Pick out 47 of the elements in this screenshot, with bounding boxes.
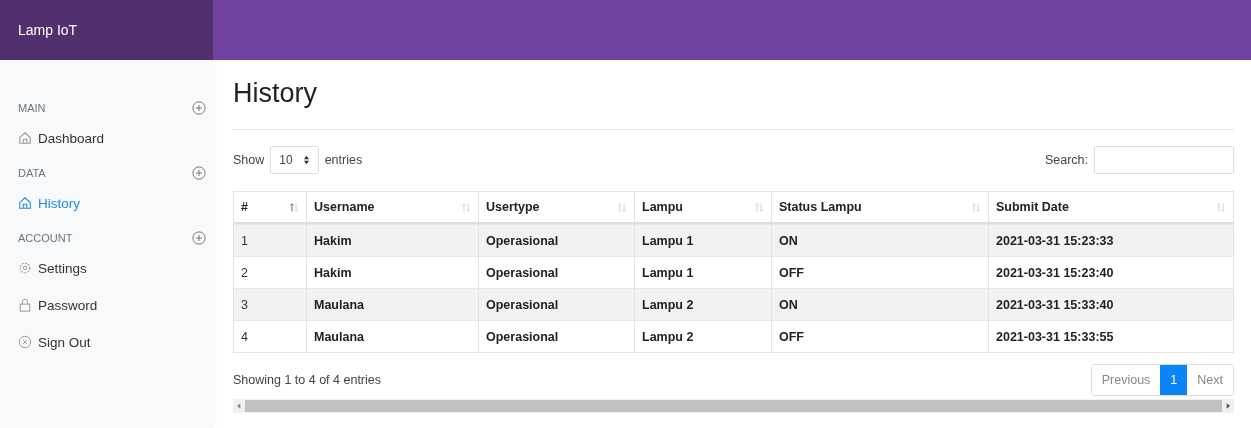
gear-icon	[18, 261, 32, 275]
close-circle-icon	[18, 335, 32, 349]
table-cell: 4	[234, 320, 306, 352]
table-cell: Lampu 2	[634, 320, 771, 352]
show-label: Show	[233, 153, 265, 167]
sidebar-item[interactable]: Dashboard	[18, 128, 206, 148]
entries-label: entries	[324, 153, 363, 167]
plus-circle-icon[interactable]	[192, 166, 206, 180]
table-cell: 2021-03-31 15:33:55	[988, 320, 1233, 352]
table-cell: 2021-03-31 15:23:33	[988, 224, 1233, 256]
section-label: DATA	[18, 167, 46, 179]
section-label: ACCOUNT	[18, 232, 73, 244]
search-field[interactable]	[1094, 146, 1234, 174]
table-cell: OFF	[771, 320, 988, 352]
plus-circle-icon[interactable]	[192, 101, 206, 115]
lock-icon	[18, 298, 32, 312]
sort-caret-icon	[302, 155, 310, 165]
sidebar-item[interactable]: Settings	[18, 258, 206, 278]
table-cell: Lampu 2	[634, 288, 771, 320]
table-info: Showing 1 to 4 of 4 entries	[233, 373, 381, 387]
table-cell: Hakim	[306, 224, 478, 256]
home-icon	[18, 131, 32, 145]
scroll-right-icon[interactable]	[1226, 403, 1230, 409]
table-cell: Lampu 1	[634, 224, 771, 256]
sidebar-item[interactable]: History	[18, 193, 206, 213]
sidebar-item[interactable]: Password	[18, 295, 206, 315]
table-cell: Maulana	[306, 288, 478, 320]
table-cell: 1	[234, 224, 306, 256]
page-title: History	[233, 78, 318, 110]
entries-select[interactable]: 10	[270, 146, 319, 174]
table-cell: Maulana	[306, 320, 478, 352]
table-cell: Operasional	[478, 224, 634, 256]
section-label: MAIN	[18, 102, 46, 114]
table-cell: 3	[234, 288, 306, 320]
table-cell: ON	[771, 288, 988, 320]
table-cell: Operasional	[478, 320, 634, 352]
plus-circle-icon[interactable]	[192, 231, 206, 245]
brand-title[interactable]: Lamp IoT	[18, 22, 78, 38]
scroll-left-icon[interactable]	[237, 403, 241, 409]
horizontal-scrollbar[interactable]	[233, 399, 1234, 413]
page-button[interactable]: 1	[1160, 365, 1188, 395]
table-cell: Operasional	[478, 288, 634, 320]
home-icon	[18, 196, 32, 210]
sidebar-item[interactable]: Sign Out	[18, 332, 206, 352]
table-cell: 2021-03-31 15:33:40	[988, 288, 1233, 320]
table-cell: ON	[771, 224, 988, 256]
search-label: Search:	[1044, 153, 1088, 167]
